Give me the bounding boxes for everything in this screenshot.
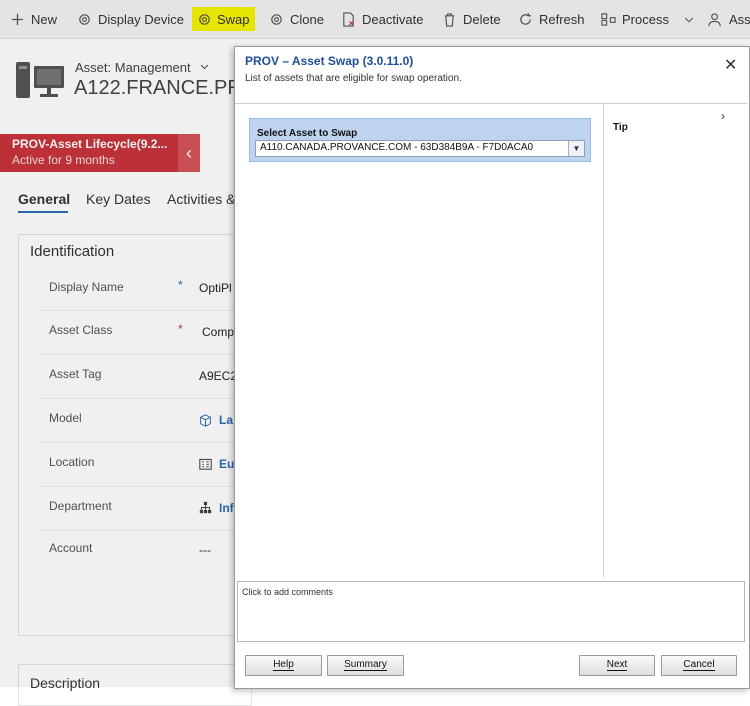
summary-label: Summary bbox=[344, 659, 387, 671]
trash-icon bbox=[444, 12, 455, 27]
deactivate-icon bbox=[343, 11, 354, 27]
comments-box[interactable]: Click to add comments bbox=[237, 581, 745, 642]
chevron-left-icon: ‹ bbox=[186, 142, 192, 163]
location-link[interactable]: Eu bbox=[219, 457, 234, 471]
gear-icon bbox=[79, 13, 90, 25]
field-label-department: Department bbox=[49, 499, 112, 513]
section-title: Description bbox=[30, 675, 101, 691]
field-label-account: Account bbox=[49, 541, 93, 555]
refresh-label: Refresh bbox=[539, 11, 585, 27]
lifecycle-status: Active for 9 months bbox=[12, 153, 115, 167]
command-bar: New Display Device Swap Clone Deactivate… bbox=[0, 0, 750, 39]
next-label: Next bbox=[606, 659, 628, 671]
lifecycle-collapse-button[interactable]: ‹ bbox=[178, 134, 200, 172]
field-label-location: Location bbox=[49, 455, 95, 469]
required-marker: * bbox=[178, 322, 183, 336]
display-device-label: Display Device bbox=[98, 11, 184, 27]
user-icon bbox=[708, 12, 721, 26]
assign-button[interactable]: Ass bbox=[708, 0, 750, 38]
asset-class-value[interactable]: Comp bbox=[202, 325, 234, 339]
tab-key-dates[interactable]: Key Dates bbox=[86, 191, 151, 207]
swap-button[interactable]: Swap bbox=[192, 0, 255, 38]
tip-divider bbox=[603, 104, 604, 577]
tab-activities[interactable]: Activities & bbox=[167, 191, 235, 207]
lifecycle-name: PROV-Asset Lifecycle(9.2... bbox=[12, 137, 168, 151]
next-button[interactable]: Next bbox=[579, 655, 655, 676]
cube-icon bbox=[200, 414, 211, 427]
cancel-button[interactable]: Cancel bbox=[661, 655, 737, 676]
record-type: Asset: Management bbox=[75, 60, 210, 75]
chevron-down-icon bbox=[684, 17, 694, 22]
chevron-down-icon[interactable]: ▼ bbox=[568, 141, 584, 156]
dialog-subtitle: List of assets that are eligible for swa… bbox=[245, 73, 462, 84]
display-device-button[interactable]: Display Device bbox=[77, 0, 184, 38]
divider bbox=[40, 310, 240, 311]
tab-active-indicator bbox=[18, 211, 68, 213]
delete-button[interactable]: Delete bbox=[442, 0, 501, 38]
process-label: Process bbox=[622, 11, 669, 27]
refresh-button[interactable]: Refresh bbox=[518, 0, 585, 38]
chevron-right-icon[interactable]: › bbox=[721, 109, 725, 123]
plus-icon bbox=[11, 13, 24, 25]
field-label-model: Model bbox=[49, 411, 82, 425]
process-button[interactable]: Process bbox=[601, 0, 695, 38]
comments-placeholder: Click to add comments bbox=[242, 587, 334, 597]
tip-label: Tip bbox=[613, 122, 628, 133]
tab-general[interactable]: General bbox=[18, 191, 70, 207]
field-label-asset-class: Asset Class bbox=[49, 323, 113, 337]
divider bbox=[235, 103, 747, 104]
delete-label: Delete bbox=[463, 11, 501, 27]
divider bbox=[40, 398, 240, 399]
swap-highlight: Swap bbox=[192, 7, 255, 31]
asset-tag-value[interactable]: A9EC2 bbox=[199, 369, 237, 383]
display-name-value[interactable]: OptiPl bbox=[199, 281, 232, 295]
gear-icon bbox=[199, 13, 210, 25]
deactivate-label: Deactivate bbox=[362, 11, 424, 27]
lifecycle-stage[interactable]: PROV-Asset Lifecycle(9.2... Active for 9… bbox=[0, 134, 178, 172]
divider bbox=[40, 486, 240, 487]
org-chart-icon bbox=[199, 501, 212, 514]
process-icon bbox=[601, 12, 616, 26]
new-label: New bbox=[31, 11, 58, 27]
cancel-label: Cancel bbox=[683, 659, 715, 671]
close-icon[interactable]: ✕ bbox=[724, 55, 737, 75]
clone-label: Clone bbox=[290, 11, 324, 27]
help-button[interactable]: Help bbox=[245, 655, 322, 676]
recommended-marker: * bbox=[178, 278, 183, 292]
asset-select-value: A110.CANADA.PROVANCE.COM - 63D384B9A - F… bbox=[260, 142, 534, 153]
select-asset-panel: Select Asset to Swap A110.CANADA.PROVANC… bbox=[249, 118, 591, 162]
account-value[interactable]: --- bbox=[199, 543, 211, 557]
computer-icon bbox=[16, 62, 64, 98]
field-label-asset-tag: Asset Tag bbox=[49, 367, 102, 381]
new-button[interactable]: New bbox=[10, 0, 57, 38]
help-label: Help bbox=[273, 659, 294, 671]
model-link[interactable]: La bbox=[219, 413, 233, 427]
divider bbox=[40, 354, 240, 355]
department-link[interactable]: Inf bbox=[219, 501, 234, 515]
field-label-display-name: Display Name bbox=[49, 280, 124, 294]
asset-swap-dialog: PROV – Asset Swap (3.0.11.0) List of ass… bbox=[234, 46, 750, 689]
divider bbox=[40, 442, 240, 443]
gear-icon bbox=[271, 13, 282, 25]
swap-label: Swap bbox=[217, 11, 250, 27]
clone-button[interactable]: Clone bbox=[269, 0, 324, 38]
summary-button[interactable]: Summary bbox=[327, 655, 404, 676]
chevron-down-icon[interactable] bbox=[199, 61, 210, 72]
asset-select-dropdown[interactable]: A110.CANADA.PROVANCE.COM - 63D384B9A - F… bbox=[255, 140, 585, 157]
divider bbox=[40, 530, 240, 531]
dialog-title: PROV – Asset Swap (3.0.11.0) bbox=[245, 54, 414, 68]
deactivate-button[interactable]: Deactivate bbox=[341, 0, 423, 38]
refresh-icon bbox=[520, 12, 532, 25]
building-icon bbox=[199, 458, 212, 470]
select-asset-label: Select Asset to Swap bbox=[257, 128, 358, 139]
section-title: Identification bbox=[30, 243, 115, 260]
assign-label: Ass bbox=[729, 11, 750, 27]
